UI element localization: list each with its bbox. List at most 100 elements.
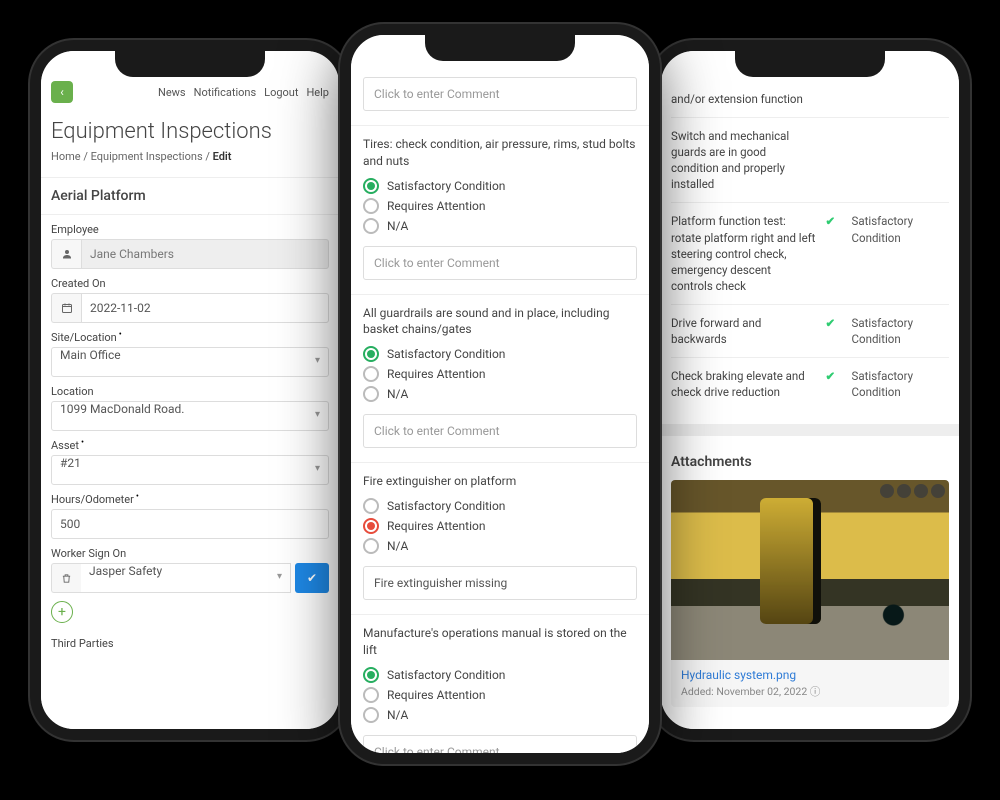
result-status: Satisfactory Condition xyxy=(852,315,949,347)
crumb-current: Edit xyxy=(213,150,232,163)
nav-notifications[interactable]: Notifications xyxy=(194,86,257,99)
result-status: Satisfactory Condition xyxy=(852,368,949,400)
radio-guards-sat[interactable]: Satisfactory Condition xyxy=(363,346,637,362)
result-label: Drive forward and backwards xyxy=(671,315,816,347)
radio-manual-na[interactable]: N/A xyxy=(363,707,637,723)
section-separator xyxy=(661,424,959,436)
location-select[interactable]: 1099 MacDonald Road. xyxy=(51,401,329,431)
radio-icon xyxy=(363,518,379,534)
section-title: Aerial Platform xyxy=(51,188,329,204)
radio-tires-att[interactable]: Requires Attention xyxy=(363,198,637,214)
site-select[interactable]: Main Office xyxy=(51,347,329,377)
divider xyxy=(351,294,649,295)
radio-icon xyxy=(363,538,379,554)
radio-icon xyxy=(363,346,379,362)
radio-icon xyxy=(363,707,379,723)
asset-select[interactable]: #21 xyxy=(51,455,329,485)
radio-fire-att[interactable]: Requires Attention xyxy=(363,518,637,534)
chevron-left-icon: ‹ xyxy=(60,85,64,99)
radio-guards-na[interactable]: N/A xyxy=(363,386,637,402)
result-label: Platform function test: rotate platform … xyxy=(671,213,816,293)
nav-logout[interactable]: Logout xyxy=(264,86,298,99)
screen-results: and/or extension function Switch and mec… xyxy=(661,51,959,729)
screen-form: ‹ News Notifications Logout Help Equipme… xyxy=(41,51,339,729)
divider xyxy=(351,462,649,463)
attachments-title: Attachments xyxy=(671,454,949,470)
radio-fire-sat[interactable]: Satisfactory Condition xyxy=(363,498,637,514)
nav-help[interactable]: Help xyxy=(306,86,329,99)
attachment-card[interactable]: Hydraulic system.png Added: November 02,… xyxy=(671,480,949,707)
hours-field[interactable] xyxy=(51,509,329,539)
divider xyxy=(351,614,649,615)
radio-tires-na[interactable]: N/A xyxy=(363,218,637,234)
add-worker-button[interactable]: + xyxy=(51,601,73,623)
result-row: Check braking elevate and check drive re… xyxy=(671,357,949,410)
question-tires: Tires: check condition, air pressure, ri… xyxy=(363,136,637,170)
divider xyxy=(41,177,339,178)
result-label: Check braking elevate and check drive re… xyxy=(671,368,816,400)
result-status: Satisfactory Condition xyxy=(852,213,949,293)
breadcrumb: Home / Equipment Inspections / Edit xyxy=(51,150,329,163)
radio-icon xyxy=(363,178,379,194)
tool-icon[interactable] xyxy=(914,484,928,498)
created-row xyxy=(51,293,329,323)
divider xyxy=(41,214,339,215)
radio-icon xyxy=(363,366,379,382)
radio-manual-att[interactable]: Requires Attention xyxy=(363,687,637,703)
check-icon: ✔ xyxy=(826,213,842,293)
result-label: Switch and mechanical guards are in good… xyxy=(671,128,816,192)
screen-checklist: Tires: check condition, air pressure, ri… xyxy=(351,35,649,753)
page-title: Equipment Inspections xyxy=(51,119,329,144)
comment-fire[interactable] xyxy=(363,566,637,600)
crumb-home[interactable]: Home xyxy=(51,150,81,163)
attachment-toolbar xyxy=(880,484,945,498)
question-manual: Manufacture's operations manual is store… xyxy=(363,625,637,659)
tool-icon[interactable] xyxy=(880,484,894,498)
tool-icon[interactable] xyxy=(897,484,911,498)
employee-row: Jane Chambers xyxy=(51,239,329,269)
radio-icon xyxy=(363,198,379,214)
trash-icon[interactable] xyxy=(51,563,81,593)
worker-row: Jasper Safety ✔ xyxy=(51,563,329,593)
back-button[interactable]: ‹ xyxy=(51,81,73,103)
attachment-filename[interactable]: Hydraulic system.png xyxy=(681,668,939,682)
phone-right: and/or extension function Switch and mec… xyxy=(650,40,970,740)
radio-icon xyxy=(363,386,379,402)
question-fire: Fire extinguisher on platform xyxy=(363,473,637,490)
radio-icon xyxy=(363,498,379,514)
check-icon xyxy=(826,91,842,107)
result-row: Switch and mechanical guards are in good… xyxy=(671,117,949,202)
radio-icon xyxy=(363,218,379,234)
result-row: Drive forward and backwards ✔ Satisfacto… xyxy=(671,304,949,357)
radio-icon xyxy=(363,667,379,683)
hydraulic-photo xyxy=(671,480,949,660)
person-icon xyxy=(51,239,81,269)
confirm-button[interactable]: ✔ xyxy=(295,563,329,593)
attachment-date: Added: November 02, 2022 ⓘ xyxy=(681,684,939,699)
comment-tires[interactable] xyxy=(363,246,637,280)
comment-input-top[interactable] xyxy=(363,77,637,111)
created-field[interactable] xyxy=(81,293,329,323)
attachment-image xyxy=(671,480,949,660)
label-created: Created On xyxy=(51,277,329,290)
radio-icon xyxy=(363,687,379,703)
employee-field: Jane Chambers xyxy=(81,239,329,269)
radio-fire-na[interactable]: N/A xyxy=(363,538,637,554)
plus-icon: + xyxy=(58,604,66,620)
crumb-section[interactable]: Equipment Inspections xyxy=(91,150,203,163)
result-row: and/or extension function xyxy=(671,81,949,117)
comment-guards[interactable] xyxy=(363,414,637,448)
worker-select[interactable]: Jasper Safety xyxy=(81,563,291,593)
check-icon: ✔ xyxy=(307,571,317,585)
label-thirdparties: Third Parties xyxy=(51,637,329,650)
tool-icon[interactable] xyxy=(931,484,945,498)
question-guardrails: All guardrails are sound and in place, i… xyxy=(363,305,637,339)
nav-news[interactable]: News xyxy=(158,86,186,99)
label-employee: Employee xyxy=(51,223,329,236)
radio-guards-att[interactable]: Requires Attention xyxy=(363,366,637,382)
result-status xyxy=(852,91,949,107)
radio-manual-sat[interactable]: Satisfactory Condition xyxy=(363,667,637,683)
radio-tires-sat[interactable]: Satisfactory Condition xyxy=(363,178,637,194)
result-row: Platform function test: rotate platform … xyxy=(671,202,949,303)
comment-manual[interactable] xyxy=(363,735,637,753)
